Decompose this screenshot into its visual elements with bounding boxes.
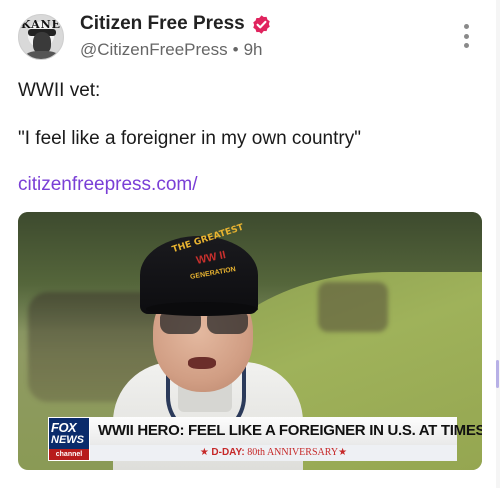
post-video-thumbnail[interactable]: THE GREATEST WW II GENERATION FOX NEWS c… bbox=[18, 212, 482, 470]
scrollbar-thumb[interactable] bbox=[496, 360, 499, 388]
post-text-line-1: WWII vet: bbox=[18, 80, 101, 101]
news-chyron: FOX NEWS channel WWII HERO: FEEL LIKE A … bbox=[48, 417, 482, 461]
background-soldiers bbox=[318, 282, 388, 332]
star-icon: ★ bbox=[199, 447, 209, 458]
chyron-subline: ★ D-DAY: 80th ANNIVERSARY★ bbox=[90, 447, 457, 458]
meta-separator: • bbox=[232, 40, 239, 59]
scrollbar-track[interactable] bbox=[496, 0, 500, 488]
chyron-subline-text: 80th ANNIVERSARY bbox=[247, 447, 339, 458]
post-text-line-2: "I feel like a foreigner in my own count… bbox=[18, 128, 361, 149]
chyron-headline: WWII HERO: FEEL LIKE A FOREIGNER IN U.S.… bbox=[98, 422, 482, 439]
author-display-name[interactable]: Citizen Free Press bbox=[80, 13, 245, 35]
star-icon: ★ bbox=[338, 447, 348, 458]
author-meta: @CitizenFreePress • 9h bbox=[80, 40, 263, 60]
chyron-headline-bar: WWII HERO: FEEL LIKE A FOREIGNER IN U.S.… bbox=[90, 417, 482, 445]
author-handle[interactable]: @CitizenFreePress bbox=[80, 40, 228, 60]
author-avatar[interactable]: KANE bbox=[18, 14, 64, 60]
chyron-subline-bar: ★ D-DAY: 80th ANNIVERSARY★ bbox=[90, 445, 457, 461]
post-link[interactable]: citizenfreepress.com/ bbox=[18, 174, 198, 196]
post-card: KANE Citizen Free Press @CitizenFreePres… bbox=[0, 0, 500, 488]
author-name-row: Citizen Free Press bbox=[80, 13, 272, 35]
chyron-subline-prefix: D-DAY: bbox=[211, 447, 245, 458]
more-vertical-icon[interactable] bbox=[458, 24, 474, 48]
verified-badge-icon bbox=[253, 14, 270, 34]
fox-news-logo: FOX NEWS channel bbox=[48, 417, 90, 461]
post-time[interactable]: 9h bbox=[244, 40, 263, 60]
